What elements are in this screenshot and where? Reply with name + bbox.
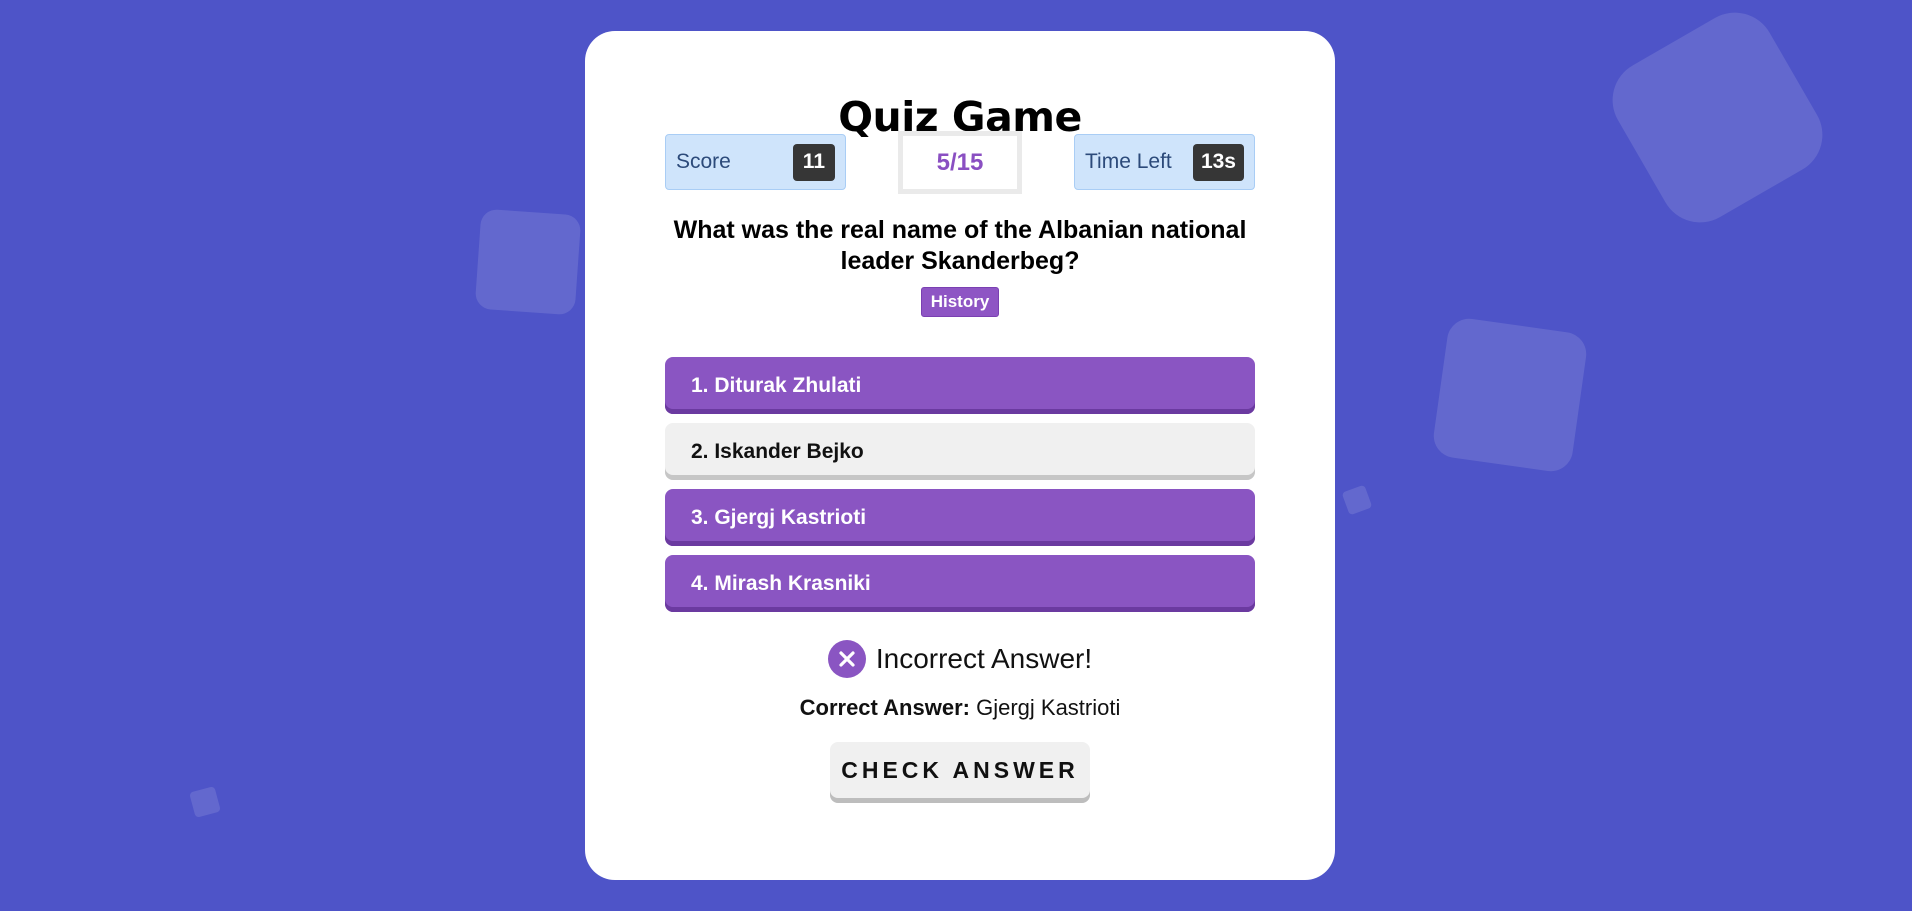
quiz-card: Quiz Game Score 11 5/15 Time Left 13s Wh… — [585, 31, 1335, 880]
score-label: Score — [676, 150, 731, 173]
answer-option-3[interactable]: 3. Gjergj Kastrioti — [665, 489, 1255, 546]
score-value: 11 — [792, 143, 835, 181]
background-shape — [474, 208, 582, 316]
correct-answer: Correct Answer: Gjergj Kastrioti — [585, 695, 1335, 721]
close-icon — [827, 640, 866, 678]
result-message: Incorrect Answer! — [585, 640, 1335, 678]
answer-option-2[interactable]: 2. Iskander Bejko — [665, 423, 1255, 480]
background-shape — [1597, 0, 1838, 238]
answer-option-4[interactable]: 4. Mirash Krasniki — [665, 555, 1255, 612]
correct-answer-label: Correct Answer: — [799, 695, 970, 720]
question-progress: 5/15 — [898, 131, 1022, 194]
correct-answer-value: Gjergj Kastrioti — [976, 695, 1121, 720]
time-left-value: 13s — [1192, 143, 1244, 181]
question-text: What was the real name of the Albanian n… — [673, 216, 1247, 275]
time-left-label: Time Left — [1085, 150, 1172, 173]
background-shape — [1341, 484, 1373, 516]
background-shape — [189, 786, 221, 818]
background-shape — [1430, 315, 1590, 475]
score-panel: Score 11 — [665, 134, 846, 190]
result-text: Incorrect Answer! — [875, 643, 1093, 674]
category-badge: History — [921, 287, 999, 317]
timer-panel: Time Left 13s — [1074, 134, 1255, 190]
check-answer-button[interactable]: CHECK ANSWER — [830, 742, 1090, 803]
answer-option-1[interactable]: 1. Diturak Zhulati — [665, 357, 1255, 414]
